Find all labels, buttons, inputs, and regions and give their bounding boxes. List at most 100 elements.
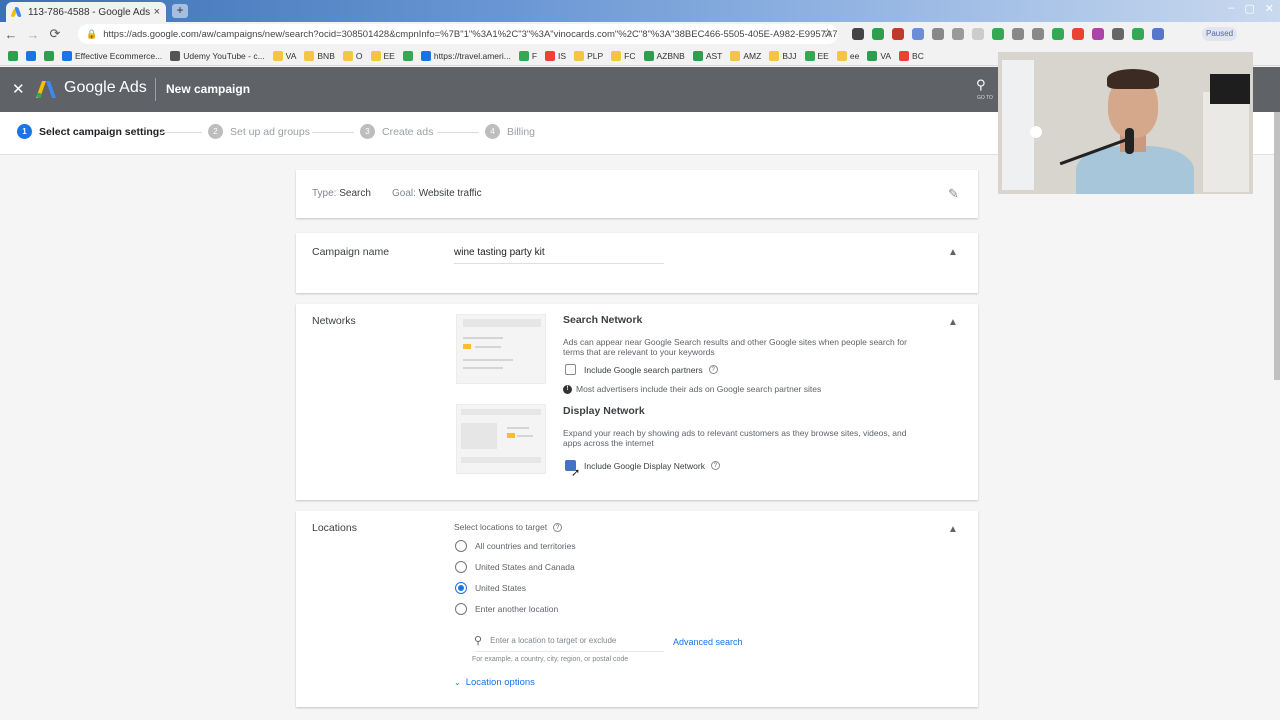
location-search-field[interactable]: ⚲ Enter a location to target or exclude (474, 634, 664, 652)
display-network-title: Display Network (563, 405, 645, 417)
google-ads-logo-icon (36, 81, 56, 98)
extension-icon[interactable] (1012, 28, 1024, 40)
address-bar[interactable]: 🔒 https://ads.google.com/aw/campaigns/ne… (78, 24, 838, 44)
step-select-campaign-settings[interactable]: 1 Select campaign settings (17, 124, 165, 139)
extension-icon[interactable] (892, 28, 904, 40)
maximize-icon[interactable]: ▢ (1244, 2, 1254, 15)
bookmark-item[interactable]: ee (836, 50, 859, 61)
search-network-illustration (456, 314, 546, 384)
step-number: 1 (17, 124, 32, 139)
bookmark-item[interactable]: https://travel.ameri... (420, 50, 511, 61)
step-set-up-ad-groups[interactable]: 2 Set up ad groups (208, 124, 310, 139)
bookmark-item[interactable]: FC (611, 50, 636, 61)
extension-icon[interactable] (912, 28, 924, 40)
bookmark-item[interactable]: BJJ (769, 50, 797, 61)
radio-button[interactable] (455, 540, 467, 552)
back-arrow-icon[interactable]: ← (0, 27, 22, 42)
bookmark-item[interactable]: AZBNB (643, 50, 685, 61)
advanced-search-link[interactable]: Advanced search (673, 637, 743, 647)
goal-key: Goal: (392, 188, 416, 199)
bookmark-item[interactable]: IS (545, 50, 566, 61)
extension-icon[interactable] (1152, 28, 1164, 40)
extension-icon[interactable] (992, 28, 1004, 40)
bookmark-item[interactable]: AMZ (730, 50, 761, 61)
collapse-chevron-icon[interactable]: ▲ (948, 524, 958, 535)
bookmark-item[interactable]: Effective Ecommerce... (62, 50, 162, 61)
location-option-another[interactable]: Enter another location (455, 603, 558, 615)
location-options-toggle[interactable]: ⌄ Location options (454, 677, 535, 688)
help-icon[interactable]: ? (710, 461, 720, 470)
browser-tab[interactable]: 113-786-4588 - Google Ads × (6, 2, 166, 22)
bookmark-label: BC (912, 50, 924, 61)
bookmark-item[interactable]: AST (692, 50, 722, 61)
page-scrollbar[interactable] (1274, 112, 1280, 380)
bookmark-item[interactable] (26, 50, 36, 61)
bookmark-item[interactable] (402, 50, 413, 61)
location-option-united-states[interactable]: United States (455, 582, 526, 594)
bookmark-icon (8, 50, 18, 61)
profile-paused-badge[interactable]: Paused (1202, 27, 1238, 41)
bookmark-item[interactable]: BNB (304, 50, 335, 61)
extension-icon[interactable] (1052, 28, 1064, 40)
edit-pencil-icon[interactable]: ✎ (948, 186, 959, 202)
extension-icon[interactable] (1032, 28, 1044, 40)
bookmark-item[interactable]: VA (272, 50, 296, 61)
extension-icon[interactable] (1092, 28, 1104, 40)
radio-button[interactable] (455, 603, 467, 615)
location-option-us-canada[interactable]: United States and Canada (455, 561, 575, 573)
help-icon[interactable]: ? (553, 522, 563, 532)
tab-title: 113-786-4588 - Google Ads (28, 6, 151, 18)
bookmark-item[interactable]: BC (899, 50, 924, 61)
display-network-description: Expand your reach by showing ads to rele… (563, 428, 907, 448)
bookmark-icon (420, 50, 431, 61)
bookmark-item[interactable]: O (342, 50, 363, 61)
extension-icon[interactable] (1112, 28, 1124, 40)
location-option-all[interactable]: All countries and territories (455, 540, 576, 552)
reload-icon[interactable]: ⟳ (44, 26, 66, 42)
close-icon[interactable]: ✕ (12, 80, 25, 98)
radio-button[interactable] (455, 582, 467, 594)
locations-subtitle: Select locations to target ? (454, 522, 563, 532)
search-icon[interactable]: ⚲ (976, 77, 986, 93)
browser-tab-bar: 113-786-4588 - Google Ads × + – ▢ ✕ (0, 0, 1280, 22)
extension-icon[interactable] (872, 28, 884, 40)
collapse-chevron-icon[interactable]: ▲ (948, 317, 958, 328)
bookmark-item[interactable]: EE (370, 50, 395, 61)
extension-icon[interactable] (972, 28, 984, 40)
search-partners-checkbox-row[interactable]: Include Google search partners ? (565, 364, 718, 375)
bookmark-icon (304, 50, 315, 61)
search-partners-checkbox[interactable] (565, 364, 576, 375)
window-close-icon[interactable]: ✕ (1265, 2, 1274, 15)
extension-icon[interactable] (852, 28, 864, 40)
extension-icon[interactable] (1132, 28, 1144, 40)
bookmark-icon (574, 50, 585, 61)
bookmark-item[interactable]: F (518, 50, 537, 61)
campaign-name-input[interactable]: wine tasting party kit (454, 247, 664, 264)
extension-icon[interactable] (952, 28, 964, 40)
minimize-icon[interactable]: – (1228, 2, 1234, 15)
webcam-monitor (1210, 74, 1250, 104)
bookmark-item[interactable]: Udemy YouTube - c... (170, 50, 265, 61)
bookmark-icon (836, 50, 847, 61)
help-icon[interactable]: ? (708, 365, 718, 374)
bookmark-item[interactable] (44, 50, 54, 61)
extension-icon[interactable] (1072, 28, 1084, 40)
bookmark-item[interactable]: VA (867, 50, 891, 61)
bookmark-item[interactable]: EE (804, 50, 829, 61)
forward-arrow-icon[interactable]: → (22, 27, 44, 42)
collapse-chevron-icon[interactable]: ▲ (948, 247, 958, 258)
bookmark-label: Udemy YouTube - c... (183, 50, 265, 61)
step-label: Billing (507, 125, 536, 138)
bookmark-icon (545, 50, 556, 61)
step-create-ads[interactable]: 3 Create ads (360, 124, 433, 139)
radio-button[interactable] (455, 561, 467, 573)
display-network-checkbox-row[interactable]: Include Google Display Network ? (565, 460, 720, 471)
tab-close-icon[interactable]: × (154, 6, 160, 18)
bookmark-star-icon[interactable]: ☆ (822, 26, 833, 40)
step-billing[interactable]: 4 Billing (485, 124, 535, 139)
bookmark-item[interactable]: PLP (574, 50, 603, 61)
search-partners-label: Include Google search partners (584, 364, 703, 375)
extension-icon[interactable] (932, 28, 944, 40)
new-tab-button[interactable]: + (172, 4, 188, 18)
bookmark-item[interactable] (8, 50, 18, 61)
